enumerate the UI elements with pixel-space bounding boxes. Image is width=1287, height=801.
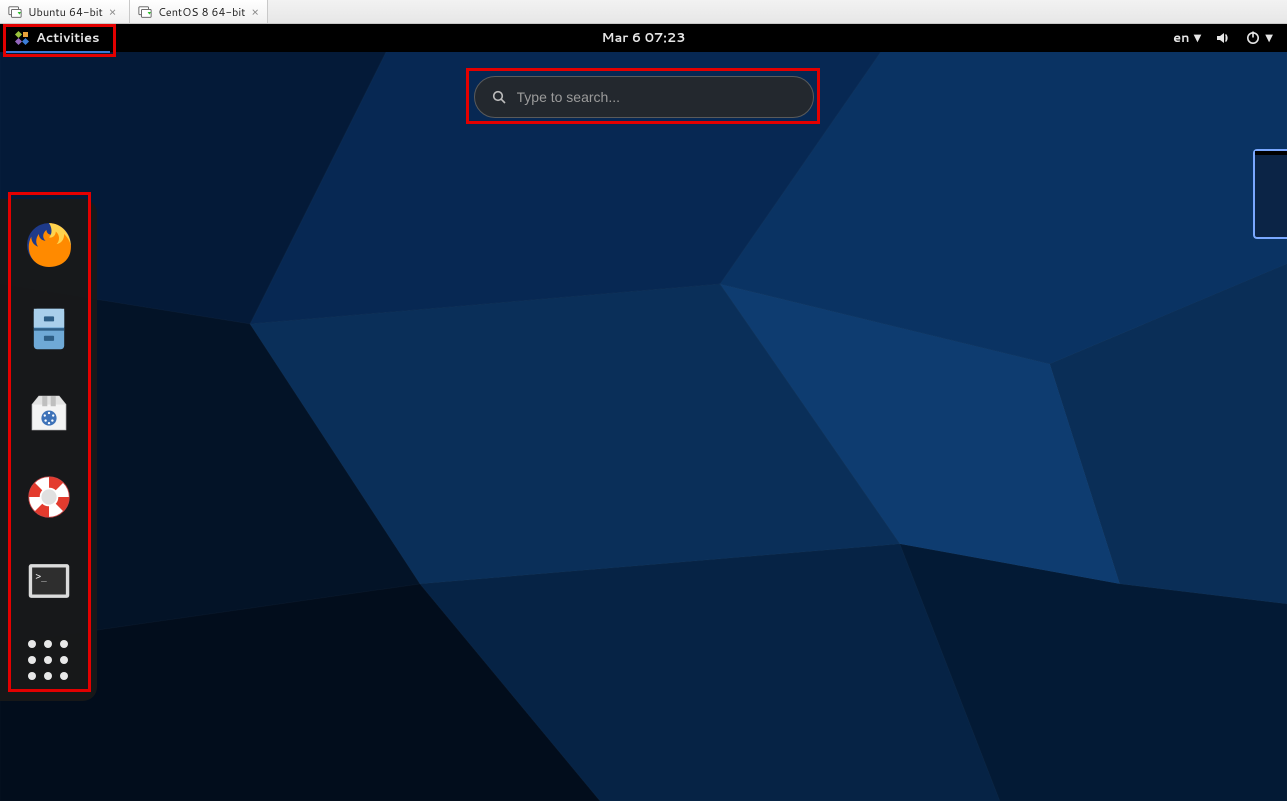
dash-item-terminal[interactable]: >_ bbox=[21, 553, 77, 609]
close-icon[interactable]: × bbox=[109, 6, 117, 18]
dash-item-show-apps[interactable] bbox=[21, 637, 77, 683]
gnome-topbar: Activities Mar 6 07:23 en ▼ ▼ bbox=[0, 24, 1287, 52]
volume-icon[interactable] bbox=[1215, 30, 1231, 46]
files-icon bbox=[22, 302, 76, 356]
host-tab-centos[interactable]: CentOS 8 64-bit × bbox=[130, 0, 268, 23]
power-icon bbox=[1245, 30, 1261, 46]
guest-desktop: Activities Mar 6 07:23 en ▼ ▼ bbox=[0, 24, 1287, 801]
software-icon bbox=[22, 386, 76, 440]
host-tab-ubuntu[interactable]: Ubuntu 64-bit × bbox=[0, 0, 130, 23]
terminal-icon: >_ bbox=[22, 554, 76, 608]
activities-button[interactable]: Activities bbox=[14, 24, 100, 52]
clock[interactable]: Mar 6 07:23 bbox=[601, 29, 685, 47]
host-tab-label: Ubuntu 64-bit bbox=[28, 4, 103, 20]
workspace-thumbnail[interactable] bbox=[1253, 149, 1287, 239]
overview-search[interactable] bbox=[474, 76, 814, 118]
centos-logo-icon bbox=[14, 30, 30, 46]
dash-item-files[interactable] bbox=[21, 301, 77, 357]
host-tab-strip: Ubuntu 64-bit × CentOS 8 64-bit × bbox=[0, 0, 1287, 24]
dash-item-help[interactable] bbox=[21, 469, 77, 525]
vm-icon bbox=[8, 5, 22, 19]
activities-active-indicator bbox=[5, 51, 110, 53]
dash-item-software[interactable] bbox=[21, 385, 77, 441]
input-source-indicator[interactable]: en ▼ bbox=[1173, 29, 1201, 47]
wallpaper bbox=[0, 24, 1287, 801]
vm-icon bbox=[138, 5, 152, 19]
lang-label: en bbox=[1173, 29, 1189, 47]
host-tab-label: CentOS 8 64-bit bbox=[158, 4, 245, 20]
activities-label: Activities bbox=[36, 29, 100, 47]
gnome-dash: >_ bbox=[0, 199, 97, 701]
svg-text:>_: >_ bbox=[35, 571, 47, 582]
chevron-down-icon: ▼ bbox=[1194, 31, 1202, 45]
system-menu[interactable]: ▼ bbox=[1245, 30, 1273, 46]
help-icon bbox=[22, 470, 76, 524]
close-icon[interactable]: × bbox=[251, 6, 259, 18]
dash-item-firefox[interactable] bbox=[21, 217, 77, 273]
show-apps-icon bbox=[26, 640, 72, 681]
clock-label: Mar 6 07:23 bbox=[601, 29, 685, 47]
search-input[interactable] bbox=[517, 89, 797, 105]
firefox-icon bbox=[22, 218, 76, 272]
chevron-down-icon: ▼ bbox=[1265, 31, 1273, 45]
search-icon bbox=[491, 89, 507, 105]
